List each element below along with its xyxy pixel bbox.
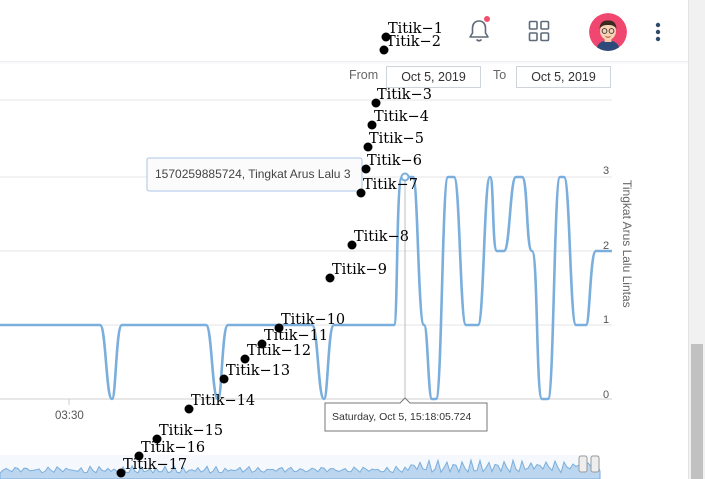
y-tick-3: 3 xyxy=(603,165,609,177)
traffic-chart: 0 1 2 3 Tingkat Arus Lalu Lintas 03:30 1… xyxy=(0,21,634,479)
tooltip-top-text: 1570259885724, Tingkat Arus Lalu 3 xyxy=(155,167,351,181)
annotation-label-9: Titik−9 xyxy=(332,262,387,278)
x-tick-label: 03:30 xyxy=(55,410,84,422)
series-line xyxy=(0,175,612,401)
navigator-handle-right[interactable] xyxy=(590,455,600,473)
navigator-handle-left[interactable] xyxy=(578,455,588,473)
annotation-label-4: Titik−4 xyxy=(374,109,429,125)
annotation-label-13: Titik−13 xyxy=(226,363,290,379)
tooltip-bottom: Saturday, Oct 5, 15:18:05.724 xyxy=(324,397,488,432)
annotation-label-6: Titik−6 xyxy=(367,153,422,169)
tooltip-bottom-text: Saturday, Oct 5, 15:18:05.724 xyxy=(332,411,471,423)
annotation-label-16: Titik−16 xyxy=(141,440,205,456)
y-tick-0: 0 xyxy=(603,389,609,401)
annotation-label-10: Titik−10 xyxy=(281,312,345,328)
navigator[interactable] xyxy=(0,455,601,479)
annotation-label-7: Titik−7 xyxy=(363,177,418,193)
annotation-label-5: Titik−5 xyxy=(369,131,424,147)
annotation-label-12: Titik−12 xyxy=(247,343,311,359)
annotation-label-11: Titik−11 xyxy=(264,328,328,344)
gridlines xyxy=(0,99,612,405)
annotation-label-8: Titik−8 xyxy=(354,229,409,245)
annotation-label-2: Titik−2 xyxy=(386,34,441,50)
annotation-label-17: Titik−17 xyxy=(123,457,187,473)
annotation-label-3: Titik−3 xyxy=(377,87,432,103)
annotation-label-14: Titik−14 xyxy=(191,393,255,409)
y-tick-1: 1 xyxy=(603,314,609,326)
tooltip-top: 1570259885724, Tingkat Arus Lalu 3 xyxy=(146,157,363,192)
y-axis-label: Tingkat Arus Lalu Lintas xyxy=(620,180,634,308)
annotation-label-15: Titik−15 xyxy=(159,423,223,439)
